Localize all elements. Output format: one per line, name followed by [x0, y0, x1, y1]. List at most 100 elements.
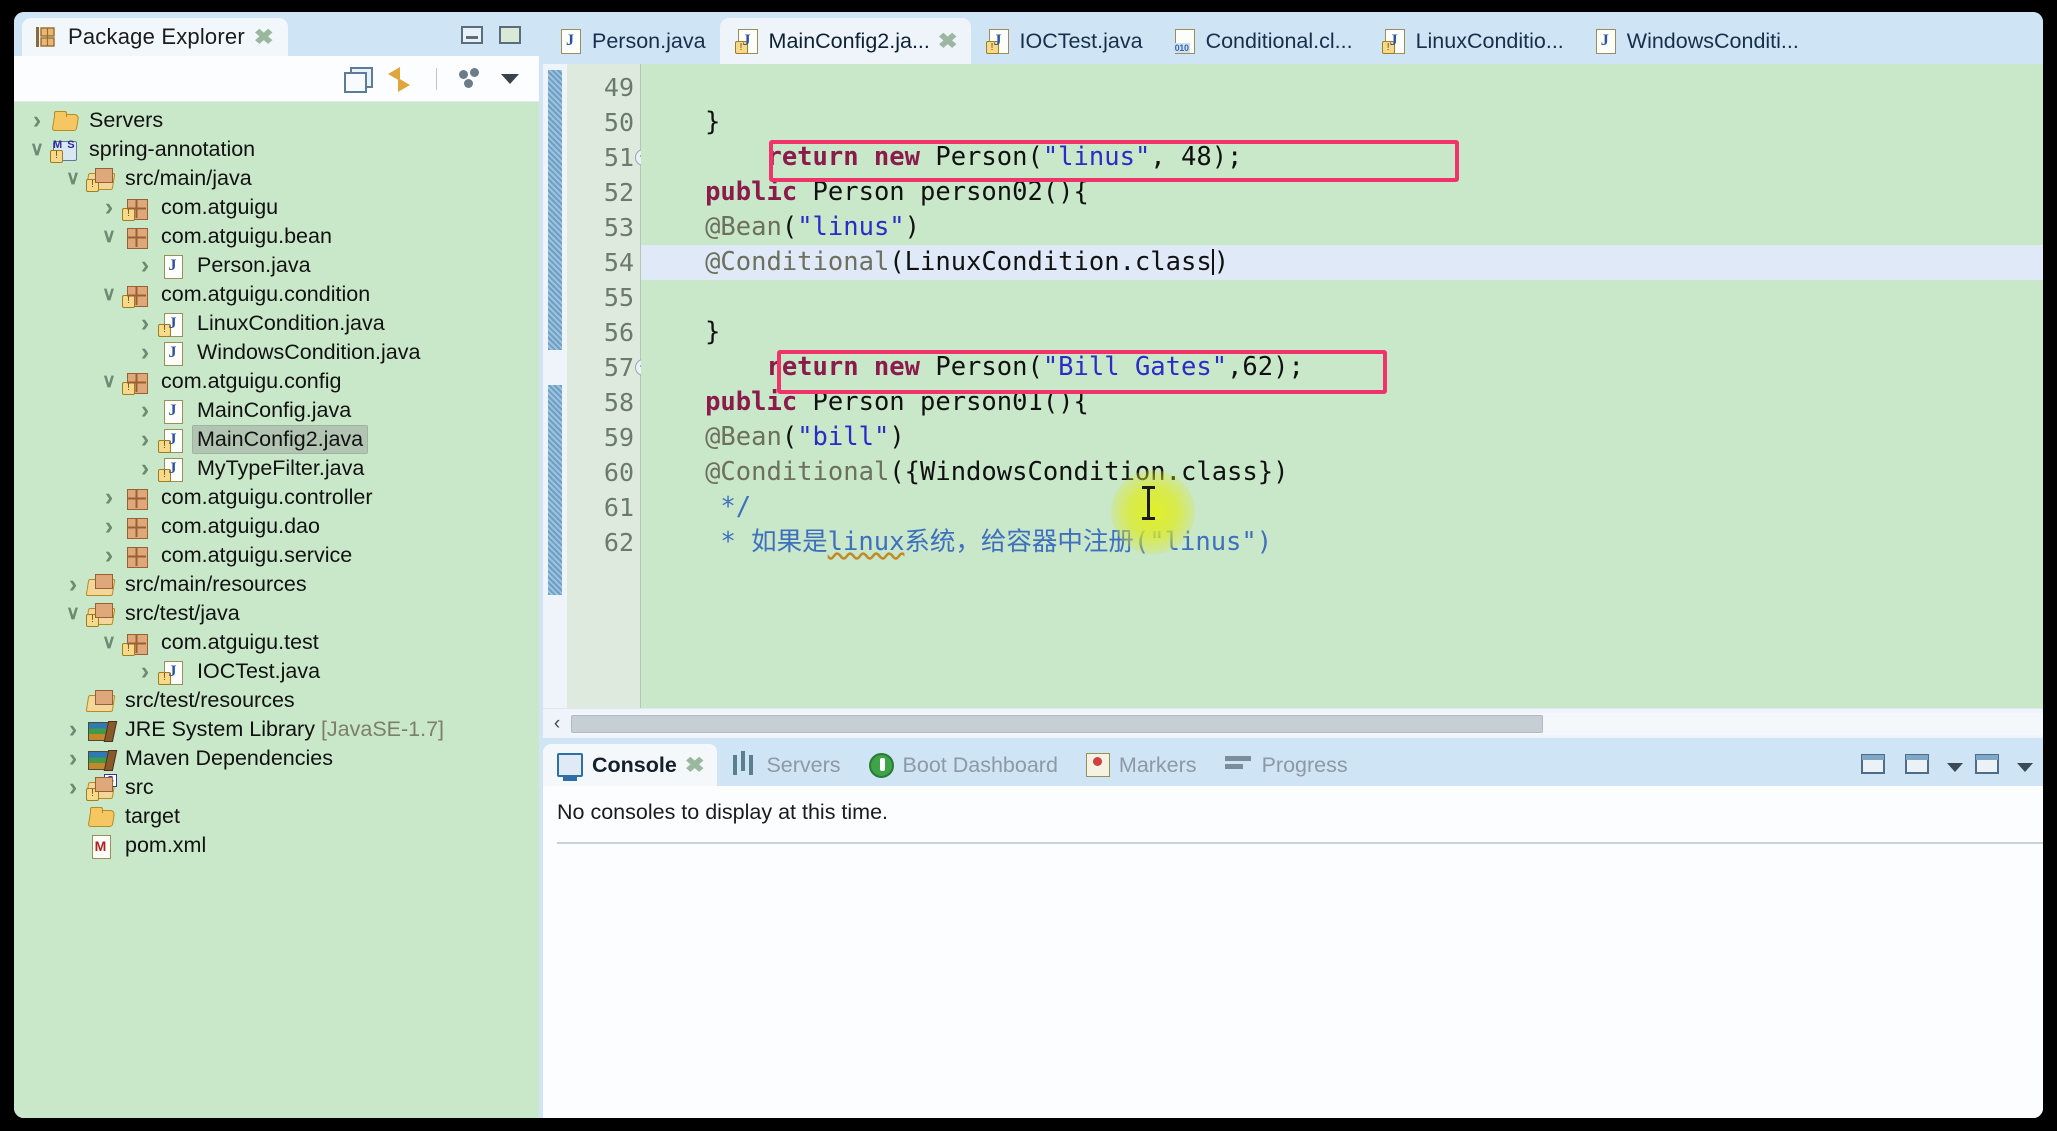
console-body[interactable]: No consoles to display at this time.: [543, 786, 2043, 1118]
console-tab-progress[interactable]: Progress: [1211, 744, 1362, 786]
chevron-right-icon[interactable]: [132, 396, 158, 425]
code-line[interactable]: public Person person01(){: [641, 385, 2043, 420]
editor-tab-conditional-cl[interactable]: Conditional.cl...: [1157, 18, 1367, 64]
console-tabrow[interactable]: Console ✖ Servers Boot Dashboard Markers Prog…: [543, 738, 2043, 786]
editor-tabrow[interactable]: Person.java! MainConfig2.ja... ✖! IOCTest.j…: [539, 12, 2043, 64]
warning-badge-icon: !: [86, 178, 99, 192]
chevron-right-icon[interactable]: [96, 541, 122, 570]
code-line[interactable]: }: [641, 315, 2043, 350]
console-tab-servers[interactable]: Servers: [717, 744, 854, 786]
link-with-editor-icon[interactable]: [386, 66, 414, 91]
code-text-area[interactable]: } return new Person("linus", 48); public…: [641, 64, 2043, 708]
chevron-down-icon[interactable]: [60, 602, 86, 625]
chevron-right-icon[interactable]: [132, 251, 158, 280]
code-line[interactable]: @Conditional(LinuxCondition.class): [641, 245, 2043, 280]
tree-item-com-atguigu[interactable]: ! com.atguigu: [14, 193, 539, 222]
tree-item-spring-annotation[interactable]: ! spring-annotation: [14, 135, 539, 164]
new-console-view-icon[interactable]: [1973, 752, 2007, 782]
chevron-right-icon[interactable]: [132, 425, 158, 454]
project-tree[interactable]: Servers! spring-annotation! src/main/java!…: [14, 102, 539, 1118]
editor-tab-linuxconditio[interactable]: ! LinuxConditio...: [1367, 18, 1578, 64]
tree-item-maven-dependencies[interactable]: Maven Dependencies: [14, 744, 539, 773]
close-icon[interactable]: ✖: [938, 29, 958, 54]
editor-tab-ioctest-java[interactable]: ! IOCTest.java: [971, 18, 1157, 64]
tree-item-src-main-java[interactable]: ! src/main/java: [14, 164, 539, 193]
tree-item-ioctest-java[interactable]: ! IOCTest.java: [14, 657, 539, 686]
chevron-down-icon[interactable]: [1947, 762, 1963, 772]
chevron-down-icon[interactable]: [2017, 762, 2033, 772]
chevron-down-icon[interactable]: [96, 631, 122, 654]
chevron-down-icon[interactable]: [96, 370, 122, 393]
collapse-all-icon[interactable]: [344, 66, 373, 93]
code-line[interactable]: * 如果是linux系统，给容器中注册("linus"): [641, 525, 2043, 560]
horizontal-scrollbar[interactable]: ‹: [543, 708, 2043, 738]
chevron-right-icon[interactable]: [132, 454, 158, 483]
view-menu-icon[interactable]: [459, 67, 485, 90]
tree-item-com-atguigu-config[interactable]: ! com.atguigu.config: [14, 367, 539, 396]
code-line[interactable]: [641, 70, 2043, 105]
chevron-right-icon[interactable]: [60, 570, 86, 599]
tree-item-com-atguigu-test[interactable]: ! com.atguigu.test: [14, 628, 539, 657]
chevron-down-icon[interactable]: [96, 225, 122, 248]
tree-item-com-atguigu-service[interactable]: com.atguigu.service: [14, 541, 539, 570]
open-console-icon[interactable]: [1859, 752, 1893, 782]
scroll-left-icon[interactable]: ‹: [543, 713, 571, 735]
editor-tab-person-java[interactable]: Person.java: [543, 18, 720, 64]
chevron-right-icon[interactable]: [60, 744, 86, 773]
tree-item-com-atguigu-condition[interactable]: ! com.atguigu.condition: [14, 280, 539, 309]
code-line[interactable]: @Bean("linus"): [641, 210, 2043, 245]
tree-item-src[interactable]: !Ssrc: [14, 773, 539, 802]
editor-tab-windowsconditi[interactable]: WindowsConditi...: [1578, 18, 1813, 64]
editor-tab-mainconfig2-ja[interactable]: ! MainConfig2.ja... ✖: [719, 18, 971, 64]
tree-item-src-test-java[interactable]: ! src/test/java: [14, 599, 539, 628]
tree-item-com-atguigu-bean[interactable]: com.atguigu.bean: [14, 222, 539, 251]
tree-item-mytypefilter-java[interactable]: ! MyTypeFilter.java: [14, 454, 539, 483]
close-icon[interactable]: ✖: [685, 753, 705, 778]
chevron-right-icon[interactable]: [132, 657, 158, 686]
chevron-right-icon[interactable]: [132, 338, 158, 367]
tab-package-explorer[interactable]: Package Explorer ✖: [22, 18, 289, 56]
tree-item-servers[interactable]: Servers: [14, 106, 539, 135]
console-tab-boot-dashboard[interactable]: Boot Dashboard: [855, 744, 1072, 786]
tree-item-com-atguigu-controller[interactable]: com.atguigu.controller: [14, 483, 539, 512]
chevron-right-icon[interactable]: [96, 483, 122, 512]
tree-item-src-main-resources[interactable]: src/main/resources: [14, 570, 539, 599]
tree-item-com-atguigu-dao[interactable]: com.atguigu.dao: [14, 512, 539, 541]
code-line[interactable]: @Bean("bill"): [641, 420, 2043, 455]
tree-item-pom-xml[interactable]: pom.xml: [14, 831, 539, 860]
chevron-down-icon[interactable]: [501, 73, 519, 84]
code-line[interactable]: @Conditional({WindowsCondition.class}): [641, 455, 2043, 490]
code-line[interactable]: [641, 280, 2043, 315]
scrollbar-thumb[interactable]: [571, 714, 1543, 733]
minimize-icon[interactable]: [461, 26, 483, 44]
close-icon[interactable]: ✖: [254, 25, 274, 50]
tree-item-jre-system-library[interactable]: JRE System Library [JavaSE-1.7]: [14, 715, 539, 744]
tree-item-linuxcondition-java[interactable]: ! LinuxCondition.java: [14, 309, 539, 338]
chevron-down-icon[interactable]: [96, 283, 122, 306]
chevron-right-icon[interactable]: [96, 512, 122, 541]
display-selected-console-icon[interactable]: [1903, 752, 1937, 782]
scrollbar-track[interactable]: [571, 712, 2043, 735]
chevron-right-icon[interactable]: [96, 193, 122, 222]
tree-item-src-test-resources[interactable]: src/test/resources: [14, 686, 539, 715]
code-line[interactable]: public Person person02(){: [641, 175, 2043, 210]
chevron-right-icon[interactable]: [60, 773, 86, 802]
tree-item-person-java[interactable]: Person.java: [14, 251, 539, 280]
tree-item-target[interactable]: target: [14, 802, 539, 831]
chevron-right-icon[interactable]: [60, 715, 86, 744]
tree-item-mainconfig-java[interactable]: MainConfig.java: [14, 396, 539, 425]
code-line[interactable]: */: [641, 490, 2043, 525]
console-tab-markers[interactable]: Markers: [1072, 744, 1211, 786]
maximize-icon[interactable]: [499, 26, 521, 44]
chevron-right-icon[interactable]: [24, 106, 50, 135]
code-line[interactable]: return new Person("Bill Gates",62);: [641, 350, 2043, 385]
tree-item-windowscondition-java[interactable]: WindowsCondition.java: [14, 338, 539, 367]
code-line[interactable]: return new Person("linus", 48);: [641, 140, 2043, 175]
tree-item-mainconfig2-java[interactable]: ! MainConfig2.java: [14, 425, 539, 454]
console-tab-console[interactable]: Console ✖: [543, 744, 718, 786]
chevron-right-icon[interactable]: [132, 309, 158, 338]
chevron-down-icon[interactable]: [60, 167, 86, 190]
chevron-down-icon[interactable]: [24, 138, 50, 161]
code-line[interactable]: }: [641, 105, 2043, 140]
code-editor[interactable]: 49 50 51− 52 53 54 55 56 57− 58 59 60 61 62 } return …: [543, 64, 2043, 738]
